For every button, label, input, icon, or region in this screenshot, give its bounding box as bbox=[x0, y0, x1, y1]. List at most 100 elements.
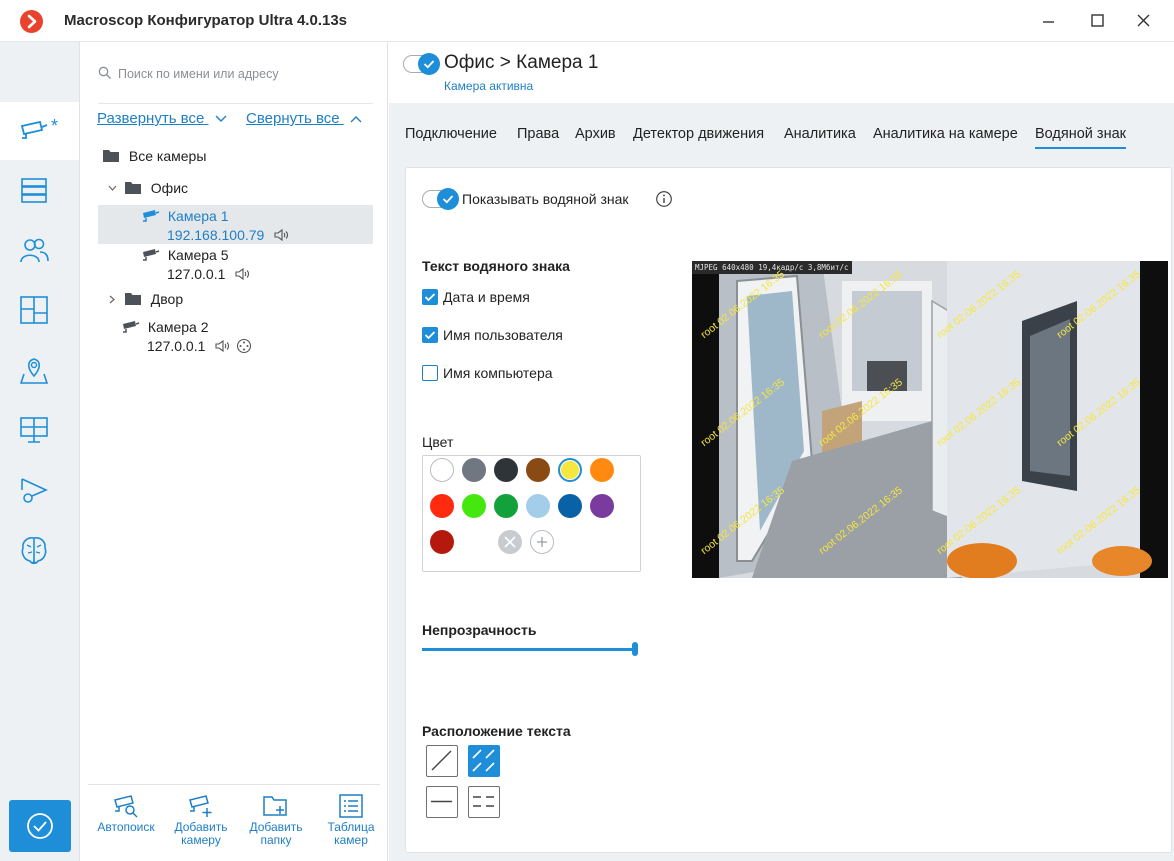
text-section-title: Текст водяного знака bbox=[422, 258, 570, 274]
tab-camera-analytics[interactable]: Аналитика на камере bbox=[873, 126, 1018, 142]
color-swatch[interactable] bbox=[494, 458, 518, 482]
color-swatch[interactable] bbox=[430, 530, 454, 554]
search-input[interactable] bbox=[118, 62, 368, 86]
stream-info: MJPEG 640x480 19,4кадр/с 3,8Мбит/с bbox=[692, 261, 852, 274]
username-checkbox[interactable] bbox=[422, 327, 438, 343]
check-circle-icon bbox=[27, 813, 53, 839]
tree-camera-1[interactable]: Камера 1 192.168.100.79 bbox=[142, 207, 290, 245]
username-label: Имя пользователя bbox=[443, 327, 563, 343]
add-camera-button[interactable]: Добавить камеру bbox=[164, 794, 238, 846]
close-icon bbox=[504, 536, 516, 548]
autosearch-button[interactable]: Автопоиск bbox=[89, 794, 163, 834]
horizontal-tiled-icon bbox=[473, 796, 494, 807]
diagonal-line-icon bbox=[431, 750, 452, 771]
datetime-checkbox[interactable] bbox=[422, 289, 438, 305]
navigation-rail: * bbox=[0, 42, 80, 861]
tab-archive[interactable]: Архив bbox=[575, 126, 616, 142]
rail-cameras[interactable]: * bbox=[0, 102, 79, 160]
show-watermark-label: Показывать водяной знак bbox=[462, 191, 629, 207]
position-diagonal-button[interactable] bbox=[426, 745, 458, 777]
color-swatch[interactable] bbox=[430, 494, 454, 518]
close-button[interactable] bbox=[1123, 6, 1163, 36]
camera-address: 127.0.0.1 bbox=[147, 338, 206, 354]
tab-watermark[interactable]: Водяной знак bbox=[1035, 126, 1126, 149]
opacity-section-title: Непрозрачность bbox=[422, 622, 537, 638]
app-logo bbox=[20, 10, 43, 33]
color-swatch[interactable] bbox=[430, 458, 454, 482]
add-folder-button[interactable]: Добавить папку bbox=[239, 794, 313, 846]
camera-settings: Офис > Камера 1 Камера активна Подключен… bbox=[389, 42, 1174, 861]
camera-preview: MJPEG 640x480 19,4кадр/с 3,8Мбит/с root … bbox=[692, 261, 1168, 578]
check-icon bbox=[424, 293, 436, 302]
camera-icon bbox=[123, 321, 140, 333]
rail-analytics[interactable] bbox=[0, 522, 79, 580]
color-swatch[interactable] bbox=[526, 494, 550, 518]
minimize-button[interactable] bbox=[1029, 6, 1069, 36]
opacity-slider-track[interactable] bbox=[422, 648, 633, 651]
expand-all-link[interactable]: Развернуть все bbox=[97, 110, 227, 127]
tab-motion-detector[interactable]: Детектор движения bbox=[633, 126, 764, 142]
show-watermark-toggle[interactable] bbox=[422, 188, 459, 210]
tree-camera-2[interactable]: Камера 2 127.0.0.1 bbox=[122, 318, 252, 356]
position-diagonal-tiled-button[interactable] bbox=[468, 745, 500, 777]
color-swatch[interactable] bbox=[462, 458, 486, 482]
apply-button[interactable] bbox=[9, 800, 71, 852]
camera-table-button[interactable]: Таблица камер bbox=[314, 794, 388, 846]
rail-monitors[interactable] bbox=[0, 402, 79, 460]
color-swatch-selected[interactable] bbox=[558, 458, 582, 482]
color-swatch[interactable] bbox=[558, 494, 582, 518]
position-horizontal-tiled-button[interactable] bbox=[468, 786, 500, 818]
maximize-button[interactable] bbox=[1077, 6, 1117, 36]
speaker-icon bbox=[274, 228, 289, 242]
color-swatch[interactable] bbox=[462, 494, 486, 518]
camera-icon bbox=[143, 210, 160, 222]
speaker-icon bbox=[215, 339, 230, 353]
add-color-button[interactable] bbox=[530, 530, 554, 554]
check-icon bbox=[424, 331, 436, 340]
search-box[interactable] bbox=[98, 58, 373, 104]
diagonal-tiled-icon bbox=[472, 749, 495, 772]
camera-status: Камера активна bbox=[444, 79, 534, 93]
check-icon bbox=[442, 195, 454, 204]
color-swatch[interactable] bbox=[590, 494, 614, 518]
tab-rights[interactable]: Права bbox=[517, 126, 559, 142]
speaker-icon bbox=[235, 267, 250, 281]
chevron-down-icon bbox=[215, 115, 226, 122]
computer-name-checkbox[interactable] bbox=[422, 365, 438, 381]
tree-folder-office[interactable]: Офис bbox=[108, 180, 188, 196]
opacity-slider-handle[interactable] bbox=[632, 642, 638, 656]
color-swatch[interactable] bbox=[526, 458, 550, 482]
add-camera-icon bbox=[189, 795, 212, 817]
window-title: Macroscop Конфигуратор Ultra 4.0.13s bbox=[64, 12, 348, 29]
info-icon[interactable] bbox=[655, 190, 673, 208]
tab-analytics[interactable]: Аналитика bbox=[784, 126, 856, 142]
color-swatch[interactable] bbox=[590, 458, 614, 482]
color-swatch[interactable] bbox=[494, 494, 518, 518]
camera-name: Камера 2 bbox=[147, 319, 209, 335]
folder-icon bbox=[124, 293, 141, 305]
rail-layouts[interactable] bbox=[0, 282, 79, 340]
rail-scenarios[interactable] bbox=[0, 462, 79, 520]
folder-icon bbox=[124, 182, 141, 194]
play-gear-icon bbox=[21, 478, 48, 503]
rail-maps[interactable] bbox=[0, 342, 79, 400]
tree-camera-5[interactable]: Камера 5 127.0.0.1 bbox=[142, 246, 251, 284]
brain-icon bbox=[21, 537, 47, 565]
camera-active-toggle[interactable] bbox=[403, 53, 440, 75]
rail-users[interactable] bbox=[0, 222, 79, 280]
no-color-swatch[interactable] bbox=[498, 530, 522, 554]
position-horizontal-button[interactable] bbox=[426, 786, 458, 818]
camera-search-icon bbox=[114, 795, 138, 818]
page-title: Офис > Камера 1 bbox=[444, 52, 599, 73]
monitor-icon bbox=[20, 417, 48, 443]
tree-root[interactable]: Все камеры bbox=[103, 148, 206, 164]
users-icon bbox=[20, 238, 49, 263]
chevron-right-icon bbox=[109, 295, 115, 304]
tree-folder-yard[interactable]: Двор bbox=[108, 291, 183, 307]
ptz-icon bbox=[237, 338, 252, 354]
divider bbox=[88, 784, 380, 785]
color-palette bbox=[422, 455, 641, 572]
rail-servers[interactable] bbox=[0, 162, 79, 220]
collapse-all-link[interactable]: Свернуть все bbox=[246, 110, 362, 127]
tab-connection[interactable]: Подключение bbox=[405, 126, 497, 142]
